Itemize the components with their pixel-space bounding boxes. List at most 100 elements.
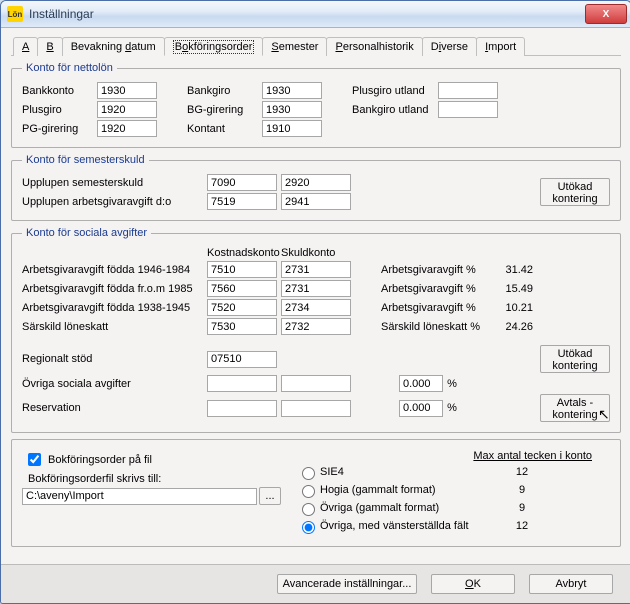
pggir-input[interactable] xyxy=(97,120,157,137)
advanced-settings-button[interactable]: Avancerade inställningar... xyxy=(277,574,417,594)
group-sociala-legend: Konto för sociala avgifter xyxy=(22,227,151,239)
r2-b-input[interactable] xyxy=(281,280,351,297)
p4-label: Särskild löneskatt % xyxy=(381,321,493,333)
titlebar: Lön Inställningar X xyxy=(1,1,630,28)
plusgiro-input[interactable] xyxy=(97,101,157,118)
group-semesterskuld: Konto för semesterskuld Upplupen semeste… xyxy=(11,154,621,221)
plusgiro-utl-input[interactable] xyxy=(438,82,498,99)
ok-button[interactable]: OK xyxy=(431,574,515,594)
tab-allmant[interactable]: A xyxy=(13,37,38,56)
bggir-input[interactable] xyxy=(262,101,322,118)
r4-label: Särskild löneskatt xyxy=(22,321,207,333)
plusgiro-utl-label: Plusgiro utland xyxy=(352,85,438,97)
radio-sie4[interactable] xyxy=(302,467,315,480)
o4-value: 12 xyxy=(510,520,534,532)
browse-button[interactable]: ... xyxy=(259,487,281,505)
pggir-label: PG-girering xyxy=(22,123,97,135)
upplarb-a-input[interactable] xyxy=(207,193,277,210)
tab-bokforingsorder[interactable]: Bokföringsorder xyxy=(164,37,264,56)
utokad-kontering-button-1[interactable]: Utökad kontering xyxy=(540,178,610,206)
reg-input[interactable] xyxy=(207,351,277,368)
upplsem-b-input[interactable] xyxy=(281,174,351,191)
r3-label: Arbetsgivaravgift födda 1938-1945 xyxy=(22,302,207,314)
res-b-input[interactable] xyxy=(281,400,351,417)
avtals-kontering-button[interactable]: Avtals - kontering xyxy=(540,394,610,422)
bottom-bar: Avancerade inställningar... OK Avbryt xyxy=(1,564,630,603)
p1-value: 31.42 xyxy=(493,264,533,276)
r2-a-input[interactable] xyxy=(207,280,277,297)
pct-sign-2: % xyxy=(443,402,461,414)
upplsem-label: Upplupen semesterskuld xyxy=(22,177,207,189)
app-icon: Lön xyxy=(7,6,23,22)
plusgiro-label: Plusgiro xyxy=(22,104,97,116)
max-tecken-link[interactable]: Max antal tecken i konto xyxy=(473,450,592,462)
bggir-label: BG-girering xyxy=(187,104,262,116)
p4-value: 24.26 xyxy=(493,321,533,333)
radio-hogia[interactable] xyxy=(302,485,315,498)
o1-value: 12 xyxy=(510,466,534,478)
group-sociala-avgifter: Konto för sociala avgifter Kostnadskonto… xyxy=(11,227,621,433)
p3-value: 10.21 xyxy=(493,302,533,314)
upplarb-b-input[interactable] xyxy=(281,193,351,210)
group-nettolon-legend: Konto för nettolön xyxy=(22,62,117,74)
bankkonto-input[interactable] xyxy=(97,82,157,99)
filepath-input[interactable] xyxy=(22,488,257,505)
bankgiro-utl-input[interactable] xyxy=(438,101,498,118)
tab-bank[interactable]: B xyxy=(37,37,62,56)
filepath-label: Bokföringsorderfil skrivs till: xyxy=(28,473,297,485)
bankgiro-label: Bankgiro xyxy=(187,85,262,97)
group-semesterskuld-legend: Konto för semesterskuld xyxy=(22,154,149,166)
chk-label: Bokföringsorder på fil xyxy=(48,454,152,466)
o2-value: 9 xyxy=(510,484,534,496)
ovr-b-input[interactable] xyxy=(281,375,351,392)
bankgiro-input[interactable] xyxy=(262,82,322,99)
tabstrip: A B Bevakning datum Bokföringsorder Seme… xyxy=(11,36,621,56)
r2-label: Arbetsgivaravgift födda fr.o.m 1985 xyxy=(22,283,207,295)
kontant-input[interactable] xyxy=(262,120,322,137)
bokforingsorder-pa-fil-checkbox[interactable] xyxy=(28,453,41,466)
r1-b-input[interactable] xyxy=(281,261,351,278)
tab-bevakning-datum[interactable]: Bevakning datum xyxy=(62,37,165,56)
tab-personalhistorik[interactable]: Personalhistorik xyxy=(326,37,422,56)
o3-value: 9 xyxy=(510,502,534,514)
bankgiro-utl-label: Bankgiro utland xyxy=(352,104,438,116)
group-file-output: Bokföringsorder på fil Bokföringsorderfi… xyxy=(11,439,621,547)
kontant-label: Kontant xyxy=(187,123,262,135)
ovr-pct-input[interactable] xyxy=(399,375,443,392)
res-pct-input[interactable] xyxy=(399,400,443,417)
res-label: Reservation xyxy=(22,402,207,414)
ovr-label: Övriga sociala avgifter xyxy=(22,378,207,390)
p3-label: Arbetsgivaravgift % xyxy=(381,302,493,314)
r1-a-input[interactable] xyxy=(207,261,277,278)
p1-label: Arbetsgivaravgift % xyxy=(381,264,493,276)
group-nettolon: Konto för nettolön Bankkonto Bankgiro Pl… xyxy=(11,62,621,148)
utokad-kontering-button-2[interactable]: Utökad kontering xyxy=(540,345,610,373)
o1-label: SIE4 xyxy=(320,466,510,478)
r4-a-input[interactable] xyxy=(207,318,277,335)
radio-ovriga-gammalt[interactable] xyxy=(302,503,315,516)
tab-semester[interactable]: Semester xyxy=(262,37,327,56)
upplsem-a-input[interactable] xyxy=(207,174,277,191)
p2-label: Arbetsgivaravgift % xyxy=(381,283,493,295)
window-title: Inställningar xyxy=(29,7,585,21)
settings-window: Lön Inställningar X A B Bevakning datum … xyxy=(0,0,630,604)
reg-label: Regionalt stöd xyxy=(22,353,207,365)
r1-label: Arbetsgivaravgift födda 1946-1984 xyxy=(22,264,207,276)
pct-sign-1: % xyxy=(443,378,461,390)
close-button[interactable]: X xyxy=(585,4,627,24)
res-a-input[interactable] xyxy=(207,400,277,417)
tab-diverse[interactable]: Diverse xyxy=(422,37,477,56)
r4-b-input[interactable] xyxy=(281,318,351,335)
tab-import[interactable]: Import xyxy=(476,37,525,56)
o3-label: Övriga (gammalt format) xyxy=(320,502,510,514)
p2-value: 15.49 xyxy=(493,283,533,295)
cancel-button[interactable]: Avbryt xyxy=(529,574,613,594)
radio-ovriga-vanster[interactable] xyxy=(302,521,315,534)
skuldkonto-header: Skuldkonto xyxy=(281,247,355,259)
ovr-a-input[interactable] xyxy=(207,375,277,392)
dialog-content: A B Bevakning datum Bokföringsorder Seme… xyxy=(1,28,630,564)
r3-a-input[interactable] xyxy=(207,299,277,316)
o4-label: Övriga, med vänsterställda fält xyxy=(320,520,510,532)
r3-b-input[interactable] xyxy=(281,299,351,316)
upplarb-label: Upplupen arbetsgivaravgift d:o xyxy=(22,196,207,208)
